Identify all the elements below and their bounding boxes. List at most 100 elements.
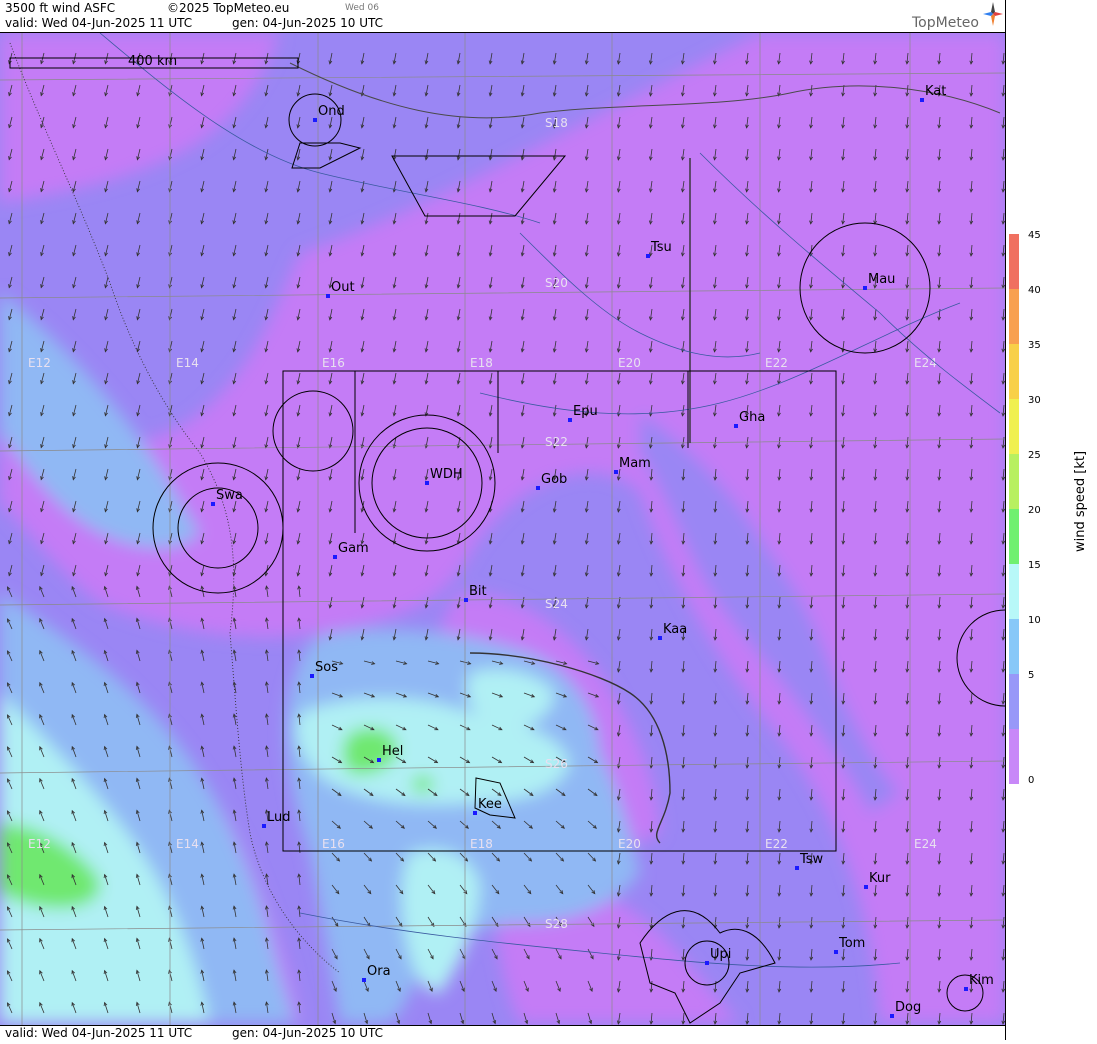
station-label: Hel <box>382 744 403 759</box>
svg-text:E14: E14 <box>176 356 199 370</box>
legend-tick-label: 45 <box>1028 230 1041 241</box>
legend-ticks: 45 40 35 30 25 20 15 10 5 0 <box>1028 230 1041 786</box>
station-dot <box>646 254 650 258</box>
legend-swatch <box>1009 289 1019 344</box>
footer-generated-time: gen: 04-Jun-2025 10 UTC <box>232 1026 384 1040</box>
station-label: Swa <box>216 488 243 503</box>
station-dot <box>614 470 618 474</box>
station-dot <box>920 98 924 102</box>
station-label: Kur <box>869 871 891 886</box>
station-label: Gob <box>541 472 567 487</box>
station-label: Gam <box>338 541 369 556</box>
svg-text:E12: E12 <box>28 356 51 370</box>
legend-tick-label: 30 <box>1028 395 1041 406</box>
svg-text:E20: E20 <box>618 356 641 370</box>
legend-tick-label: 20 <box>1028 505 1041 516</box>
station-dot <box>313 118 317 122</box>
legend-tick-label: 10 <box>1028 615 1041 626</box>
station-label: Ond <box>318 104 345 119</box>
brand-name: TopMeteo <box>912 15 979 31</box>
station-dot <box>568 418 572 422</box>
station-label: Upi <box>710 947 731 962</box>
station-dot <box>262 824 266 828</box>
svg-text:S20: S20 <box>545 276 568 290</box>
map-title: 3500 ft wind ASFC <box>5 1 116 15</box>
station-dot <box>536 486 540 490</box>
legend-panel: 45 40 35 30 25 20 15 10 5 0 wind speed [kt] <box>1005 0 1097 1040</box>
legend-title: wind speed [kt] <box>1073 451 1088 552</box>
legend-tick-label: 5 <box>1028 670 1034 681</box>
legend-swatch <box>1009 674 1019 729</box>
legend-tick-label: 25 <box>1028 450 1041 461</box>
svg-text:E22: E22 <box>765 837 788 851</box>
legend-tick-label: 40 <box>1028 285 1041 296</box>
svg-text:E24: E24 <box>914 837 937 851</box>
station-label: Dog <box>895 1000 921 1015</box>
station-dot <box>473 811 477 815</box>
station-dot <box>464 598 468 602</box>
svg-text:E22: E22 <box>765 356 788 370</box>
station-label: Ora <box>367 964 391 979</box>
station-label: Gha <box>739 410 765 425</box>
station-dot <box>734 424 738 428</box>
station-label: Lud <box>267 810 291 825</box>
station-dot <box>658 636 662 640</box>
svg-text:E14: E14 <box>176 837 199 851</box>
station-label: Kat <box>925 84 946 99</box>
station-label: Epu <box>573 404 598 419</box>
station-dot <box>326 294 330 298</box>
station-label: Sos <box>315 660 338 675</box>
station-dot <box>834 950 838 954</box>
svg-text:E16: E16 <box>322 356 345 370</box>
legend-swatch <box>1009 399 1019 454</box>
station-label: Mau <box>868 272 895 287</box>
svg-text:S22: S22 <box>545 435 568 449</box>
svg-text:E12: E12 <box>28 837 51 851</box>
station-label: Kim <box>969 973 994 988</box>
station-label: Tsu <box>650 240 672 255</box>
station-label: WDH <box>430 467 463 482</box>
footer-valid-time: valid: Wed 04-Jun-2025 11 UTC <box>5 1026 193 1040</box>
station-label: Tsw <box>799 852 824 867</box>
wind-map-canvas: E12 E14 E16 E18 E20 E22 E24 E12 E14 E16 … <box>0 33 1005 1025</box>
legend-swatch <box>1009 234 1019 289</box>
station-dot <box>795 866 799 870</box>
wind-field <box>0 33 1005 1025</box>
legend-swatch <box>1009 454 1019 509</box>
compass-logo-icon <box>983 2 1003 26</box>
legend-swatch <box>1009 509 1019 564</box>
station-dot <box>362 978 366 982</box>
wind-map[interactable]: E12 E14 E16 E18 E20 E22 E24 E12 E14 E16 … <box>0 33 1005 1025</box>
legend-tick-label: 35 <box>1028 340 1041 351</box>
map-footer: valid: Wed 04-Jun-2025 11 UTC gen: 04-Ju… <box>0 1025 1005 1041</box>
legend-swatch <box>1009 564 1019 619</box>
station-label: Out <box>331 280 355 295</box>
svg-text:S24: S24 <box>545 597 568 611</box>
map-header: 3500 ft wind ASFC ©2025 TopMeteo.eu Wed … <box>0 0 1005 33</box>
station-dot <box>211 502 215 506</box>
legend-swatch <box>1009 619 1019 674</box>
station-dot <box>863 286 867 290</box>
svg-text:S28: S28 <box>545 917 568 931</box>
svg-text:S26: S26 <box>545 757 568 771</box>
station-label: Tom <box>838 936 865 951</box>
station-label: Kee <box>478 797 502 812</box>
legend-swatch <box>1009 729 1019 784</box>
station-dot <box>310 674 314 678</box>
station-label: Mam <box>619 456 651 471</box>
svg-text:E18: E18 <box>470 356 493 370</box>
legend-tick-label: 0 <box>1028 775 1034 786</box>
station-dot <box>425 481 429 485</box>
valid-time: valid: Wed 04-Jun-2025 11 UTC <box>5 16 193 30</box>
legend-tick-label: 15 <box>1028 560 1041 571</box>
wind-speed-legend: 45 40 35 30 25 20 15 10 5 0 wind speed [kt] <box>1009 230 1088 786</box>
station-dot <box>705 961 709 965</box>
station-dot <box>864 885 868 889</box>
svg-text:E20: E20 <box>618 837 641 851</box>
svg-text:E16: E16 <box>322 837 345 851</box>
station-label: Bit <box>469 584 487 599</box>
day-tag: Wed 06 <box>345 3 379 13</box>
svg-text:S18: S18 <box>545 116 568 130</box>
station-dot <box>377 758 381 762</box>
svg-text:E18: E18 <box>470 837 493 851</box>
